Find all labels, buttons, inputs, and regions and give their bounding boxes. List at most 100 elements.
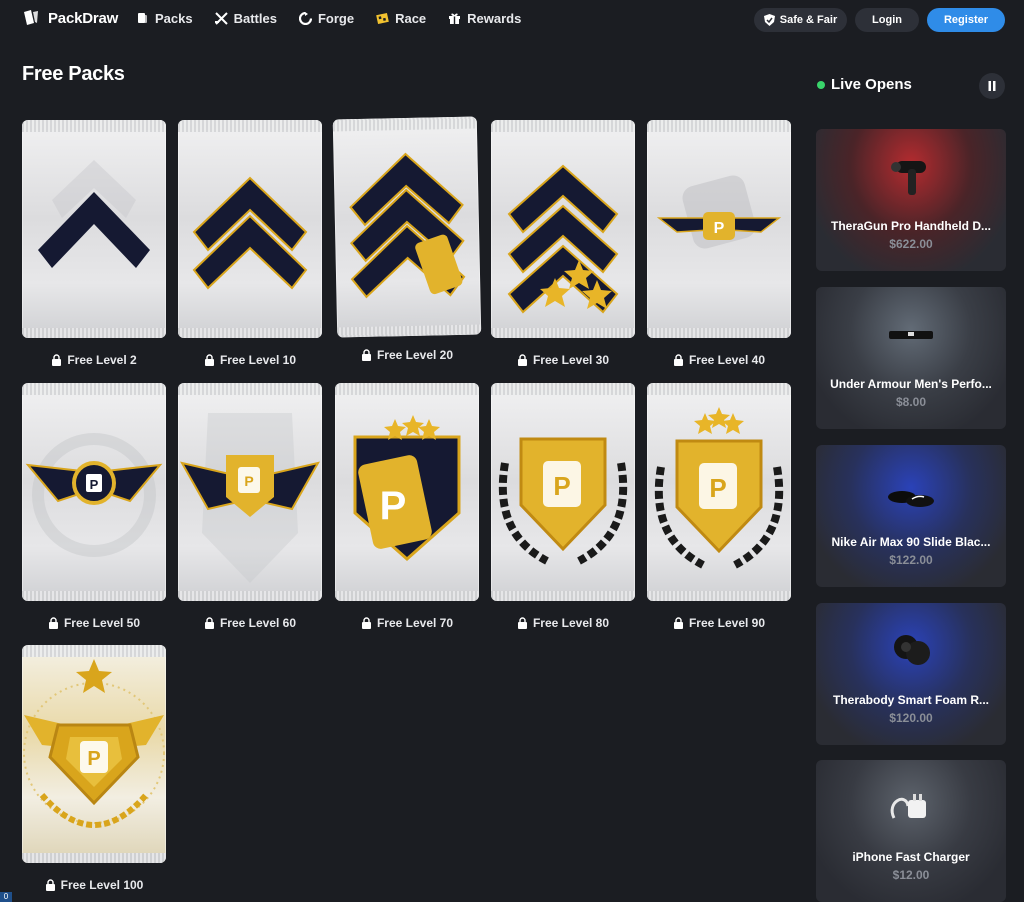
item-price: $8.00 [895,395,927,409]
safe-fair-button[interactable]: Safe & Fair [754,8,847,32]
item-price: $12.00 [892,868,930,882]
nav-race-label: Race [395,11,427,26]
live-open-card[interactable]: Therabody Smart Foam R... $120.00 [816,603,1006,745]
pack-free-level-100[interactable]: P Free Level 100 [22,645,166,892]
pack-free-level-50[interactable]: P Free Level 50 [22,383,166,630]
pack-label: Free Level 100 [22,878,166,892]
lock-icon [361,617,371,629]
wings-coin-emblem-icon: P [25,433,163,557]
item-price: $622.00 [889,237,933,251]
live-open-card[interactable]: Nike Air Max 90 Slide Blac... $122.00 [816,445,1006,587]
pack-label: Free Level 50 [22,616,166,630]
svg-text:P: P [380,484,407,528]
nav-actions: Safe & Fair Login Register [754,8,1005,32]
svg-text:P: P [244,473,253,489]
lock-icon [517,354,527,366]
item-name: Under Armour Men's Perfo... [830,377,992,391]
pause-icon [988,81,996,91]
wings-small-emblem-icon: P [656,175,782,249]
pack-image: P [178,383,322,601]
live-opens-title: Live Opens [831,76,912,93]
lock-icon [48,617,58,629]
pack-image [332,116,482,338]
swords-icon [214,12,228,25]
shield-stars-emblem-icon: P [353,415,461,562]
login-button[interactable]: Login [855,8,919,32]
nav-packs[interactable]: Packs [136,11,193,26]
svg-text:P: P [709,473,726,503]
svg-text:P: P [553,471,570,501]
nav-forge-label: Forge [317,11,355,26]
chevron-three-emblem-icon [349,152,466,299]
wristband-icon [889,331,933,339]
register-button[interactable]: Register [927,8,1005,32]
nav-forge[interactable]: Forge [298,11,355,26]
lock-icon [52,354,62,366]
item-name: Nike Air Max 90 Slide Blac... [831,535,991,549]
pack-free-level-80[interactable]: P Free Level 80 [491,383,635,630]
pack-image: P [491,383,635,601]
pack-label: Free Level 80 [491,616,635,630]
lock-icon [517,617,527,629]
lock-icon [673,617,683,629]
item-name: iPhone Fast Charger [852,850,970,864]
lock-icon [673,354,683,366]
pack-label: Free Level 70 [335,616,479,630]
lock-icon [45,879,55,891]
pack-free-level-2[interactable]: Free Level 2 [22,120,166,367]
pack-image: P [22,645,166,863]
pack-free-level-60[interactable]: P Free Level 60 [178,383,322,630]
svg-text:P: P [714,220,725,237]
pack-image: P [335,383,479,601]
gift-icon [449,13,461,24]
forge-icon [298,12,312,25]
svg-text:P: P [87,748,100,770]
nav-battles[interactable]: Battles [214,11,277,26]
chevron-one-emblem-icon [38,160,150,268]
pack-label: Free Level 90 [647,616,791,630]
live-open-card[interactable]: iPhone Fast Charger $12.00 [816,760,1006,902]
pack-image [22,120,166,338]
nav-rewards-label: Rewards [467,11,522,26]
laurel-shield-emblem-icon: P [498,437,628,565]
lock-icon [204,354,214,366]
svg-text:P: P [90,477,99,492]
corner-badge: 0 [0,892,12,902]
item-price: $122.00 [889,553,933,567]
live-indicator-dot [817,81,825,89]
nav-race[interactable]: Race [376,11,426,26]
foam-roller-icon [894,635,930,665]
packdraw-logo-icon [24,10,38,25]
pack-free-level-90[interactable]: P Free Level 90 [647,383,791,630]
page-title: Free Packs [22,63,125,85]
pack-free-level-20[interactable]: Free Level 20 [332,116,482,364]
lock-icon [361,349,371,361]
nav-rewards[interactable]: Rewards [448,11,521,26]
pack-free-level-40[interactable]: P Free Level 40 [647,120,791,367]
pack-image: P [647,383,791,601]
brand-logo[interactable]: PackDraw [22,9,118,27]
nav-battles-label: Battles [233,11,277,26]
item-name: Therabody Smart Foam R... [832,693,990,707]
live-open-card[interactable]: TheraGun Pro Handheld D... $622.00 [816,129,1006,271]
pack-free-level-10[interactable]: Free Level 10 [178,120,322,367]
pack-image [491,120,635,338]
item-name: TheraGun Pro Handheld D... [830,219,991,233]
shield-check-icon [763,14,775,26]
pack-label: Free Level 60 [178,616,322,630]
pack-label: Free Level 30 [491,353,635,367]
massage-gun-icon [891,161,926,195]
phone-charger-icon [890,794,926,819]
pack-free-level-30[interactable]: Free Level 30 [491,120,635,367]
slide-sandals-icon [888,491,934,507]
nav-packs-label: Packs [155,11,193,26]
wings-shield-emblem-icon: P [180,413,320,583]
item-price: $120.00 [889,711,933,725]
live-open-card[interactable]: Under Armour Men's Perfo... $8.00 [816,287,1006,429]
pack-label: Free Level 2 [22,353,166,367]
pack-free-level-70[interactable]: P Free Level 70 [335,383,479,630]
pause-button[interactable] [979,73,1005,99]
pack-image: P [22,383,166,601]
pack-label: Free Level 10 [178,353,322,367]
top-nav: PackDraw Packs Battles Forge Race Reward… [0,0,1024,40]
